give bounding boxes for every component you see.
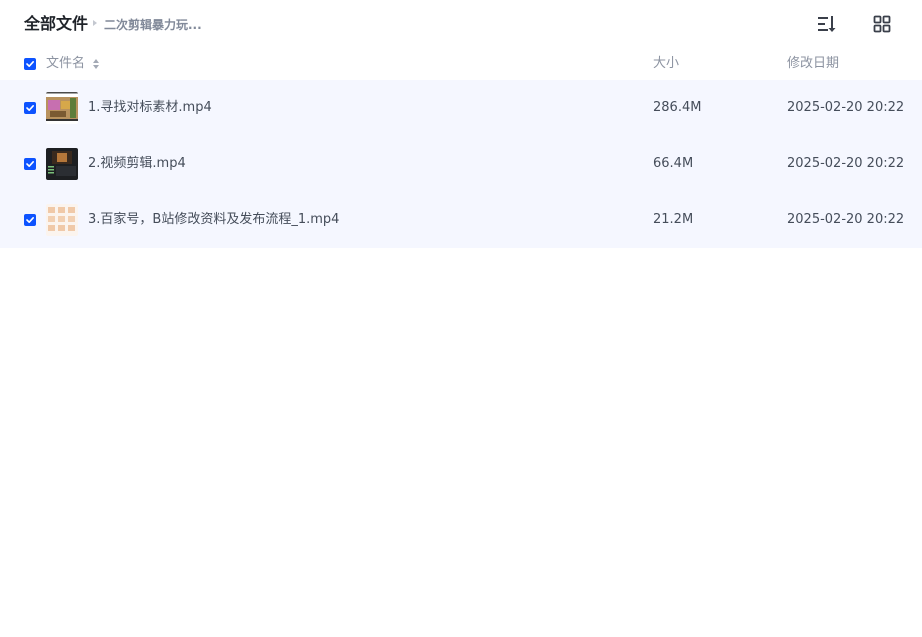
table-header: 文件名 大小 修改日期 <box>0 48 922 80</box>
file-modified-date: 2025-02-20 20:22 <box>787 100 905 115</box>
file-size: 21.2M <box>653 212 694 227</box>
column-header-name[interactable]: 文件名 <box>46 55 85 73</box>
breadcrumb-root[interactable]: 全部文件 <box>24 13 88 35</box>
column-header-size[interactable]: 大小 <box>653 55 679 73</box>
file-size: 66.4M <box>653 156 694 171</box>
sort-arrows-icon[interactable] <box>92 58 100 70</box>
grid-view-icon[interactable] <box>870 12 894 36</box>
sort-list-icon[interactable] <box>815 12 839 36</box>
row-checkbox[interactable] <box>24 214 36 226</box>
file-modified-date: 2025-02-20 20:22 <box>787 156 905 171</box>
check-icon <box>26 161 34 167</box>
check-icon <box>26 61 34 67</box>
check-icon <box>26 105 34 111</box>
select-all-checkbox[interactable] <box>24 58 36 70</box>
file-size: 286.4M <box>653 100 702 115</box>
breadcrumb-separator-icon <box>93 20 97 26</box>
header-bar: 全部文件 二次剪辑暴力玩... <box>0 0 922 48</box>
video-thumbnail[interactable] <box>46 204 78 236</box>
column-header-modified[interactable]: 修改日期 <box>787 55 839 73</box>
video-thumbnail[interactable] <box>46 92 78 124</box>
video-thumbnail[interactable] <box>46 148 78 180</box>
row-checkbox[interactable] <box>24 158 36 170</box>
table-row[interactable]: 1.寻找对标素材.mp4 286.4M 2025-02-20 20:22 <box>0 80 922 136</box>
table-row[interactable]: 3.百家号，B站修改资料及发布流程_1.mp4 21.2M 2025-02-20… <box>0 192 922 248</box>
check-icon <box>26 217 34 223</box>
file-name[interactable]: 2.视频剪辑.mp4 <box>88 155 186 173</box>
file-name[interactable]: 1.寻找对标素材.mp4 <box>88 99 212 117</box>
table-row[interactable]: 2.视频剪辑.mp4 66.4M 2025-02-20 20:22 <box>0 136 922 192</box>
file-modified-date: 2025-02-20 20:22 <box>787 212 905 227</box>
breadcrumb-current[interactable]: 二次剪辑暴力玩... <box>104 17 202 33</box>
row-checkbox[interactable] <box>24 102 36 114</box>
file-name[interactable]: 3.百家号，B站修改资料及发布流程_1.mp4 <box>88 211 339 229</box>
